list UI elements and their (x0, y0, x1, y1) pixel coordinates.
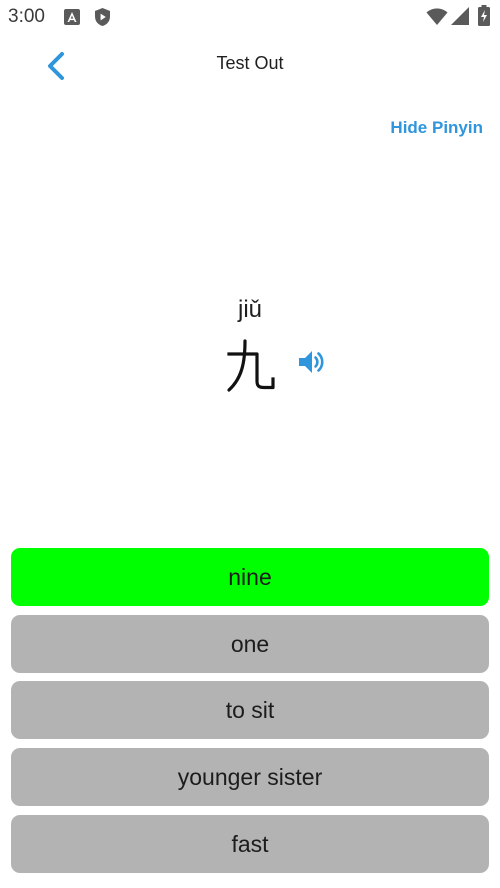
answer-option-one[interactable]: one (11, 615, 489, 673)
answer-option-younger-sister[interactable]: younger sister (11, 748, 489, 806)
hanzi-glyph (227, 339, 275, 392)
wifi-icon (426, 8, 448, 25)
hide-pinyin-button[interactable]: Hide Pinyin (390, 118, 483, 138)
app-bar: Test Out (0, 34, 500, 96)
pinyin-text: jiǔ (237, 296, 262, 323)
play-audio-button[interactable] (297, 347, 327, 377)
test-out-screen: 3:00 Test Out Hide Pinyin jiǔ nine one t… (0, 0, 500, 888)
shield-play-icon (94, 7, 111, 27)
hanzi-character: 九 (226, 338, 276, 394)
answer-option-fast[interactable]: fast (11, 815, 489, 873)
battery-charging-icon (478, 5, 490, 26)
answer-option-to-sit[interactable]: to sit (11, 681, 489, 739)
status-bar: 3:00 (0, 0, 500, 34)
android-studio-icon (64, 9, 80, 25)
speaker-icon (299, 351, 324, 373)
page-title: Test Out (216, 53, 284, 73)
status-time: 3:00 (8, 6, 45, 27)
answer-option-nine[interactable]: nine (11, 548, 489, 606)
cellular-signal-icon (451, 7, 469, 25)
